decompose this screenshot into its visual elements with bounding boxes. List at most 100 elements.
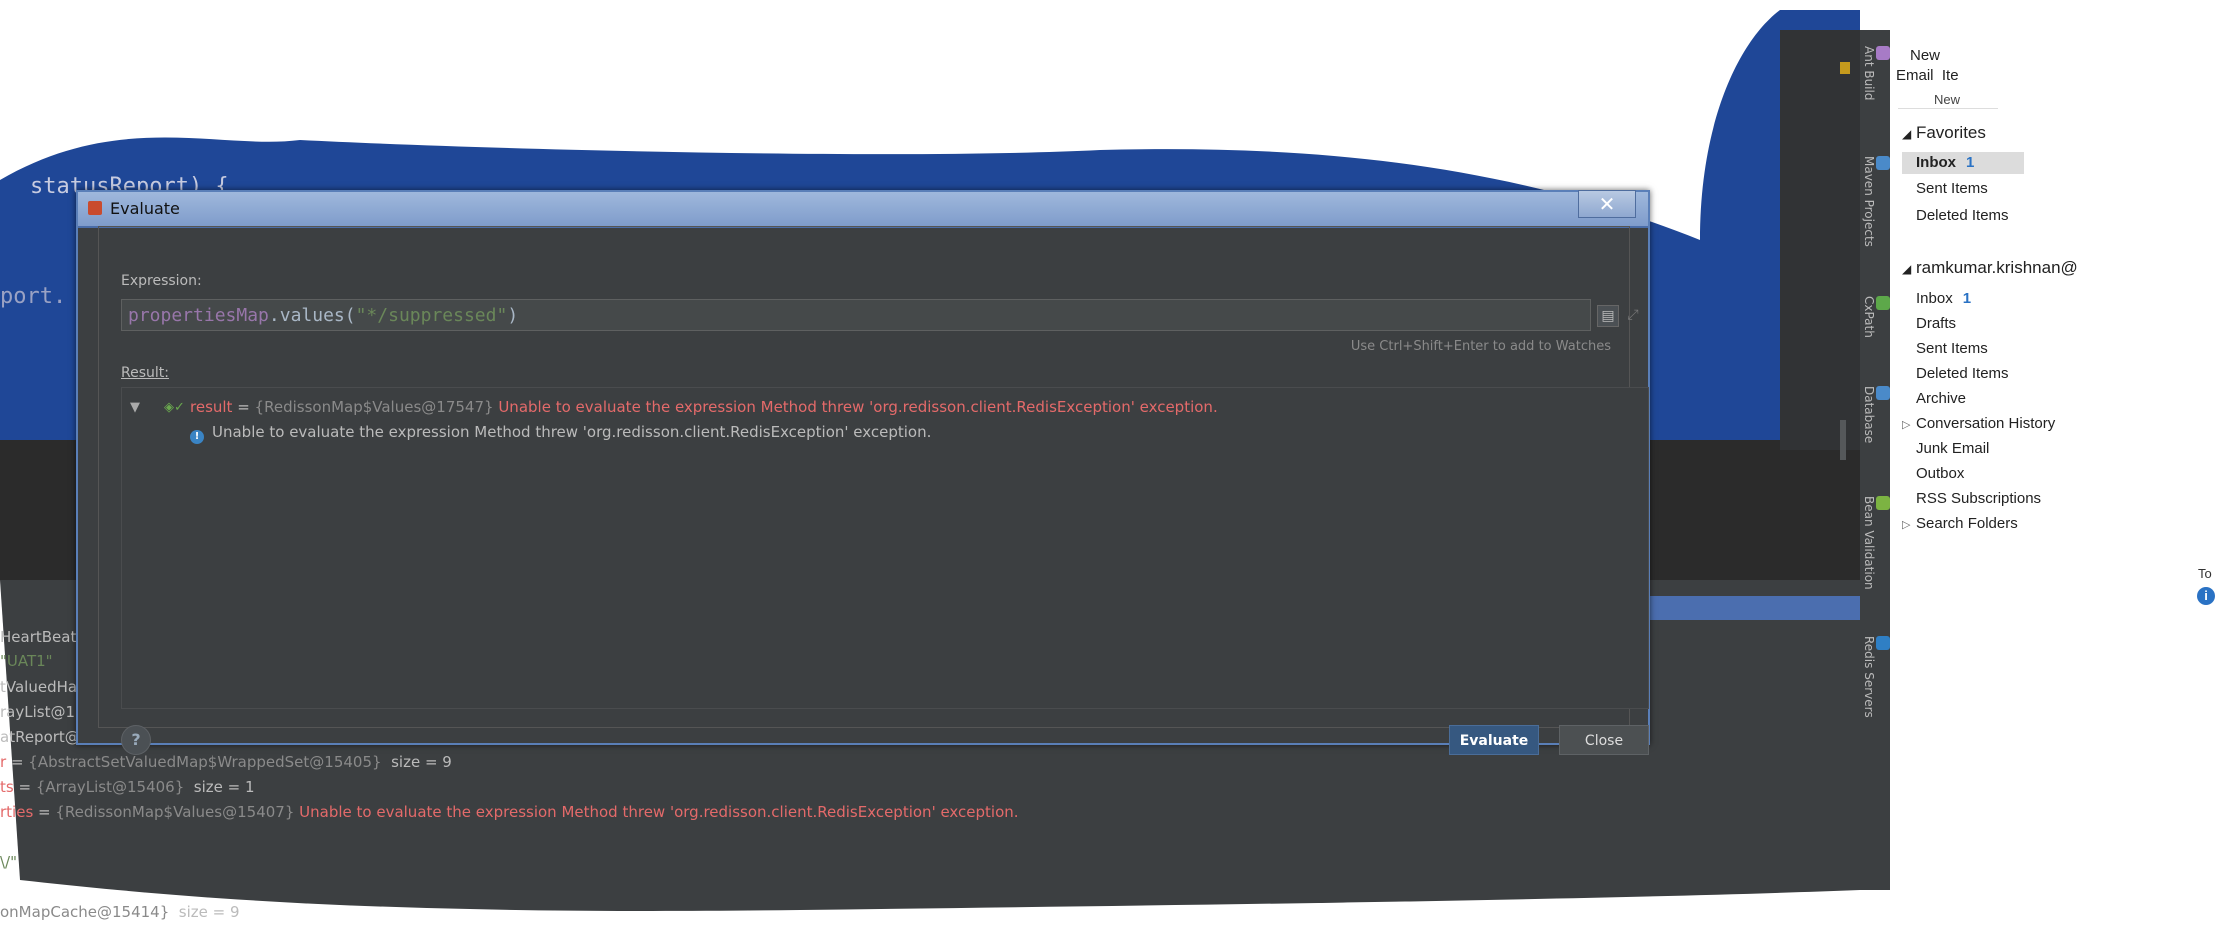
folder-drafts[interactable]: Drafts — [1916, 315, 1956, 332]
folder-favorites-deleted[interactable]: Deleted Items — [1916, 207, 2009, 224]
tool-tab-maven-projects[interactable]: Maven Projects — [1860, 150, 1890, 306]
result-label: Result: — [121, 365, 169, 381]
tool-tab-bean-validation[interactable]: Bean Validation — [1860, 490, 1890, 646]
folder-sent-items[interactable]: Sent Items — [1916, 340, 1988, 357]
collapse-node-icon[interactable]: ▼ — [130, 400, 140, 415]
tool-tab-redis-servers[interactable]: Redis Servers — [1860, 630, 1890, 766]
expand-icon[interactable]: ▷ — [1902, 518, 1910, 531]
tool-tab-ant-build[interactable]: Ant Build — [1860, 40, 1890, 146]
folder-rss[interactable]: RSS Subscriptions — [1916, 490, 2041, 507]
dialog-title: Evaluate — [110, 199, 180, 218]
folder-archive[interactable]: Archive — [1916, 390, 1966, 407]
favorites-label: Favorites — [1915, 123, 1986, 142]
debug-row-name: rties — [0, 803, 34, 821]
new-email-button[interactable]: New Email Ite — [1896, 46, 1959, 86]
debug-row[interactable]: onMapCache@15414} size = 9 — [0, 903, 240, 921]
tool-tab-label: Redis Servers — [1862, 636, 1876, 718]
dialog-body: Expression: propertiesMap.values("*/supp… — [98, 226, 1649, 755]
expression-tail-token: ) — [507, 305, 519, 326]
expression-method-token: .values( — [268, 305, 356, 326]
new-email-line1: New — [1910, 47, 1941, 64]
debug-row-name: tValuedHas — [0, 678, 85, 696]
result-tree[interactable]: ▼ ◈✓ result = {RedissonMap$Values@17547}… — [121, 387, 1649, 709]
debug-row[interactable]: tValuedHas — [0, 678, 85, 696]
ant-icon — [1876, 46, 1890, 60]
favorites-header[interactable]: ◢ Favorites — [1902, 123, 1986, 143]
debug-row-name: atReport@ — [0, 728, 80, 746]
tool-tab-label: Maven Projects — [1862, 156, 1876, 247]
folder-favorites-inbox[interactable]: Inbox 1 — [1902, 152, 2024, 174]
result-child-node[interactable]: ! Unable to evaluate the expression Metho… — [190, 423, 931, 444]
evaluate-dialog: Evaluate ✕ Expression: propertiesMap.val… — [76, 190, 1650, 755]
expand-editor-icon[interactable]: ⤢ — [1623, 305, 1643, 325]
help-button[interactable]: ? — [121, 725, 151, 755]
dialog-titlebar[interactable]: Evaluate ✕ — [78, 190, 1648, 228]
account-label: ramkumar.krishnan@ — [1915, 258, 2078, 277]
result-node[interactable]: result = {RedissonMap$Values@17547} Unab… — [190, 398, 1218, 416]
reading-pane-to-label: To — [2198, 566, 2212, 581]
ribbon-divider — [1898, 108, 1998, 109]
debug-row[interactable]: atReport@ — [0, 728, 80, 746]
collapse-icon: ◢ — [1902, 127, 1912, 141]
folder-inbox[interactable]: Inbox 1 — [1916, 290, 1971, 307]
cxpath-icon — [1876, 296, 1890, 310]
child-message: Unable to evaluate the expression Method… — [212, 423, 932, 441]
debug-row[interactable]: ts = {ArrayList@15406} size = 1 — [0, 778, 255, 796]
folder-deleted-items[interactable]: Deleted Items — [1916, 365, 2009, 382]
folder-label: Inbox — [1916, 154, 1956, 171]
account-header[interactable]: ◢ ramkumar.krishnan@ — [1902, 258, 2078, 278]
debug-row[interactable]: \/" — [0, 853, 17, 871]
debug-row[interactable]: "UAT1" — [0, 652, 53, 670]
result-error: Unable to evaluate the expression Method… — [498, 398, 1218, 416]
debug-row-ref: {AbstractSetValuedMap$WrappedSet@15405} — [28, 753, 382, 771]
folder-outbox[interactable]: Outbox — [1916, 465, 1964, 482]
tool-tab-label: Database — [1862, 386, 1876, 444]
expression-field-token: propertiesMap — [128, 305, 269, 326]
result-eq: = — [232, 398, 255, 416]
new-email-line3: Ite — [1941, 67, 1959, 84]
evaluate-button[interactable]: Evaluate — [1449, 725, 1539, 755]
tool-tab-database[interactable]: Database — [1860, 380, 1890, 496]
debug-row-error: Unable to evaluate the expression Method… — [299, 803, 1019, 821]
tool-window-strip: Ant Build Maven Projects CxPath Database… — [1860, 30, 1890, 890]
expression-input[interactable]: propertiesMap.values("*/suppressed") — [121, 299, 1591, 331]
folder-label: Inbox — [1916, 290, 1953, 307]
folder-favorites-sent[interactable]: Sent Items — [1916, 180, 1988, 197]
watch-result-icon: ◈✓ — [164, 400, 185, 415]
debug-row-ref: {RedissonMap$Values@15407} — [55, 803, 295, 821]
debug-row-name: ts — [0, 778, 14, 796]
info-icon: ! — [190, 430, 204, 444]
debug-row-eq: = — [13, 778, 36, 796]
debug-row-ref: {ArrayList@15406} — [35, 778, 185, 796]
result-name: result — [190, 398, 233, 416]
new-group-caption: New — [1934, 92, 1961, 107]
tool-tab-cxpath[interactable]: CxPath — [1860, 290, 1890, 386]
unread-count: 1 — [1966, 154, 1975, 171]
debug-row-size: size = 9 — [178, 903, 240, 921]
unread-count: 1 — [1962, 290, 1972, 307]
expand-icon[interactable]: ▷ — [1902, 418, 1910, 431]
code-fragment-mid: port. — [0, 284, 67, 309]
debug-row[interactable]: r = {AbstractSetValuedMap$WrappedSet@154… — [0, 753, 452, 771]
debug-row-ref: onMapCache@15414} — [0, 903, 170, 921]
dialog-close-button[interactable]: ✕ — [1578, 190, 1636, 218]
folder-conversation-history[interactable]: Conversation History — [1916, 415, 2055, 432]
debug-row-eq: = — [33, 803, 56, 821]
debug-row-size: size = 9 — [391, 753, 452, 771]
debug-row-eq: = — [6, 753, 29, 771]
result-ref: {RedissonMap$Values@17547} — [254, 398, 494, 416]
debug-row[interactable]: rties = {RedissonMap$Values@15407} Unabl… — [0, 803, 1019, 821]
close-button[interactable]: Close — [1559, 725, 1649, 755]
tool-tab-label: Bean Validation — [1862, 496, 1876, 590]
info-icon[interactable]: i — [2197, 587, 2215, 605]
collapse-icon: ◢ — [1902, 262, 1912, 276]
watches-hint: Use Ctrl+Shift+Enter to add to Watches — [1350, 339, 1611, 354]
redis-icon — [1876, 636, 1890, 650]
folder-search-folders[interactable]: Search Folders — [1916, 515, 2018, 532]
expression-label: Expression: — [121, 273, 202, 289]
folder-junk-email[interactable]: Junk Email — [1916, 440, 1989, 457]
new-email-line2: Email — [1896, 67, 1934, 84]
debug-row-name: "UAT1" — [0, 652, 53, 670]
history-icon[interactable]: ▤ — [1597, 305, 1619, 327]
java-app-icon — [88, 201, 102, 215]
